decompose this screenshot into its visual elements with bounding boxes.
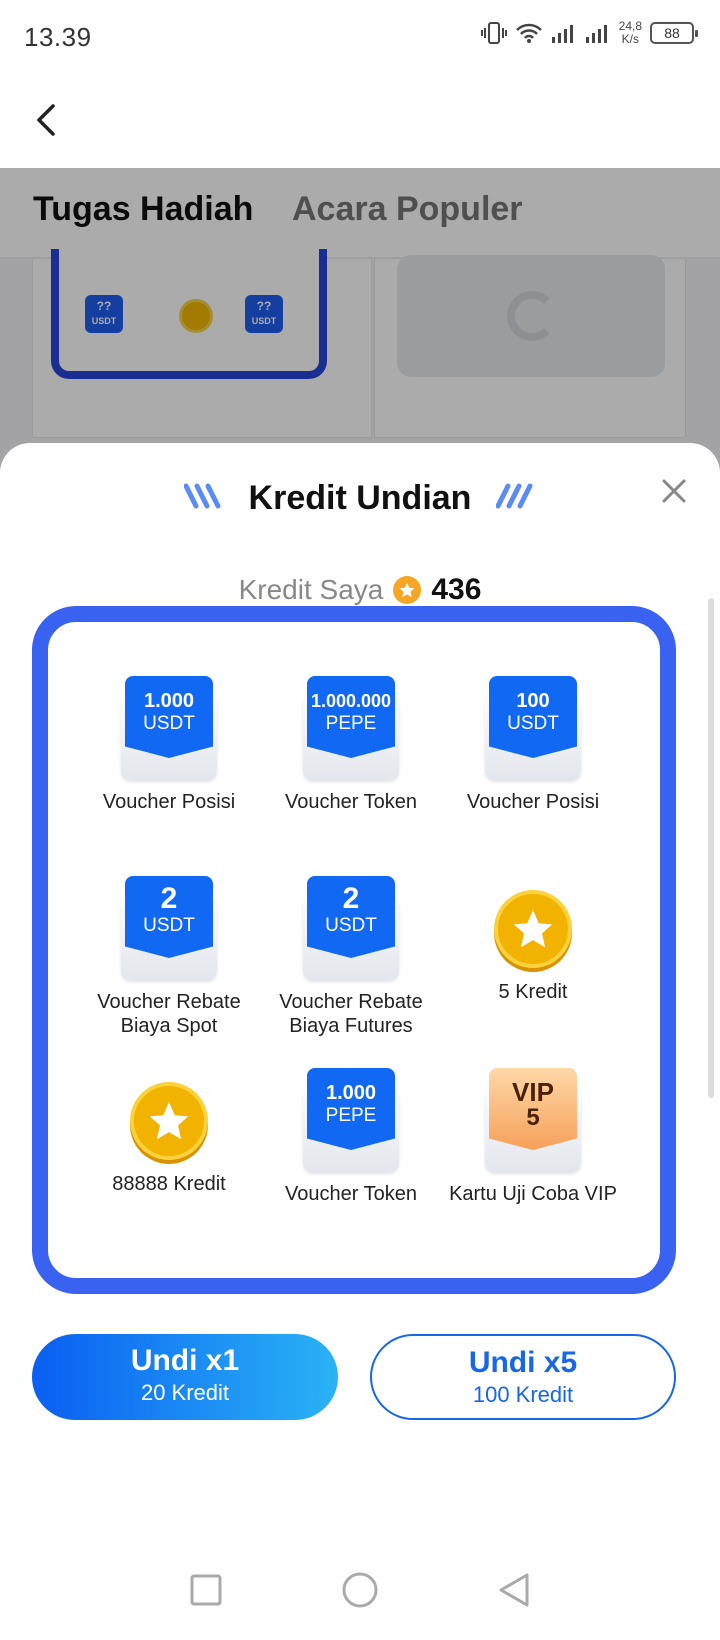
back-button[interactable]: [26, 98, 66, 142]
prize-amount: 1.000.000: [310, 691, 392, 711]
battery-level: 88: [664, 25, 680, 41]
prize-unit: USDT: [507, 713, 559, 734]
status-bar: 13.39 24,8 K/s 88: [0, 0, 720, 74]
prize-amount: 1.000: [143, 690, 195, 712]
voucher-icon: 1.000.000 PEPE: [303, 676, 399, 780]
prize-label: Voucher Token: [285, 1183, 417, 1205]
screen: { "status_bar": {"time": "13.39", "net_s…: [0, 0, 720, 1640]
scrollbar[interactable]: [708, 598, 714, 1098]
vip-card-icon: VIP 5: [485, 1068, 581, 1172]
voucher-icon: 1.000 USDT: [121, 676, 217, 780]
title-decoration-right-icon: [496, 483, 533, 509]
vibrate-icon: [480, 22, 507, 44]
close-icon: [662, 479, 686, 503]
close-button[interactable]: [656, 473, 692, 509]
prize-label: Voucher Token: [285, 791, 417, 813]
prize-label: Kartu Uji Coba VIP: [449, 1183, 617, 1205]
net-speed-unit: K/s: [621, 32, 639, 46]
system-icons: 24,8 K/s 88: [480, 20, 698, 46]
prize-label: 5 Kredit: [498, 981, 568, 1003]
app-header: [0, 74, 720, 168]
sheet-title: Kredit Undian: [248, 479, 472, 517]
prize-item: 1.000.000 PEPE Voucher Token: [256, 676, 446, 814]
signal-icon: [551, 25, 573, 43]
prize-label: 88888 Kredit: [112, 1173, 226, 1195]
prize-label: Voucher Posisi: [102, 791, 236, 813]
prize-amount: 100: [516, 690, 550, 712]
button-label: Undi x5: [468, 1346, 578, 1379]
prize-unit: PEPE: [325, 1105, 377, 1126]
prize-unit: PEPE: [325, 713, 377, 734]
prize-unit: USDT: [143, 713, 195, 734]
prize-label: Voucher Rebate Biaya Futures: [279, 991, 423, 1037]
home-icon[interactable]: [341, 1571, 379, 1609]
credit-value: 436: [431, 573, 482, 606]
button-label: Undi x1: [130, 1344, 240, 1377]
back-nav-icon[interactable]: [497, 1572, 531, 1608]
button-cost: 20 Kredit: [140, 1380, 230, 1405]
prize-amount: 1.000: [325, 1082, 377, 1104]
credit-label: Kredit Saya: [238, 574, 384, 605]
voucher-icon: 1.000 PEPE: [303, 1068, 399, 1172]
prize-item: 5 Kredit: [438, 876, 628, 1004]
system-nav-bar: [0, 1540, 720, 1640]
status-time: 13.39: [24, 21, 92, 52]
prize-label: Voucher Rebate Biaya Spot: [97, 991, 241, 1037]
lottery-sheet: Kredit Undian Kredit Saya 436 1.000 USDT …: [0, 443, 720, 1640]
prize-item: 1.000 PEPE Voucher Token: [256, 1068, 446, 1206]
button-cost: 100 Kredit: [472, 1382, 574, 1407]
battery-icon: 88: [650, 22, 698, 44]
star-coin-icon: [130, 1082, 208, 1160]
draw-x5-button[interactable]: Undi x5 100 Kredit: [370, 1334, 676, 1420]
prize-item: 2 USDT Voucher Rebate Biaya Spot: [74, 876, 264, 1038]
recent-apps-icon[interactable]: [189, 1573, 223, 1607]
prize-grid: 1.000 USDT Voucher Posisi 1.000.000 PEPE V…: [32, 606, 676, 1294]
voucher-icon: 100 USDT: [485, 676, 581, 780]
net-speed: 24,8 K/s: [619, 20, 642, 46]
signal-icon-2: [585, 25, 607, 43]
voucher-icon: 2 USDT: [303, 876, 399, 980]
prize-amount: VIP: [512, 1077, 554, 1107]
prize-item: 100 USDT Voucher Posisi: [438, 676, 628, 814]
star-coin-icon: [393, 576, 422, 604]
chevron-left-icon: [37, 104, 55, 136]
prize-item: 2 USDT Voucher Rebate Biaya Futures: [256, 876, 446, 1038]
prize-item: VIP 5 Kartu Uji Coba VIP: [438, 1068, 628, 1206]
voucher-icon: 2 USDT: [121, 876, 217, 980]
prize-amount: 2: [160, 882, 178, 915]
prize-unit: USDT: [143, 915, 195, 936]
wifi-icon: [515, 23, 542, 43]
prize-label: Voucher Posisi: [466, 791, 600, 813]
prize-unit: 5: [526, 1104, 540, 1131]
prize-item: 88888 Kredit: [74, 1068, 264, 1196]
draw-x1-button[interactable]: Undi x1 20 Kredit: [32, 1334, 338, 1420]
my-credit: Kredit Saya 436: [0, 573, 720, 607]
star-coin-icon: [494, 890, 572, 968]
prize-amount: 2: [342, 882, 360, 915]
prize-unit: USDT: [325, 915, 377, 936]
prize-item: 1.000 USDT Voucher Posisi: [74, 676, 264, 814]
